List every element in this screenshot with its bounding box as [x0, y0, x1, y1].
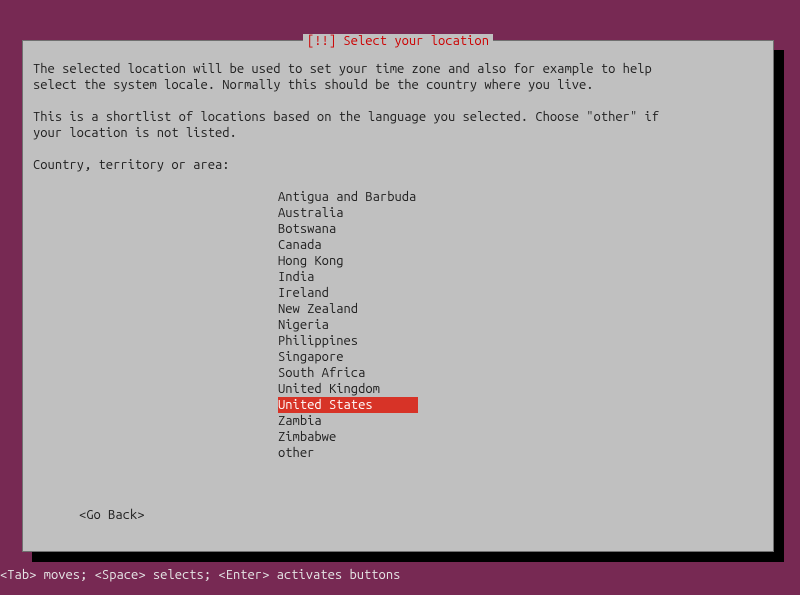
dialog-title-row: [!!] Select your location [23, 33, 773, 49]
country-option[interactable]: Nigeria [278, 317, 418, 333]
go-back-button[interactable]: <Go Back> [79, 507, 145, 523]
field-prompt: Country, territory or area: [33, 157, 763, 173]
country-option[interactable]: United States [278, 397, 418, 413]
country-option[interactable]: Philippines [278, 333, 418, 349]
country-option[interactable]: Botswana [278, 221, 418, 237]
country-option[interactable]: Zambia [278, 413, 418, 429]
country-option[interactable]: Hong Kong [278, 253, 418, 269]
country-option[interactable]: India [278, 269, 418, 285]
country-option[interactable]: Ireland [278, 285, 418, 301]
description-para-1: The selected location will be used to se… [33, 61, 763, 93]
dialog-title: [!!] Select your location [303, 34, 493, 48]
country-option[interactable]: United Kingdom [278, 381, 418, 397]
country-list[interactable]: Antigua and BarbudaAustraliaBotswanaCana… [278, 189, 763, 461]
dialog-content: The selected location will be used to se… [33, 61, 763, 461]
status-bar: <Tab> moves; <Space> selects; <Enter> ac… [0, 567, 400, 583]
country-option[interactable]: Australia [278, 205, 418, 221]
country-option[interactable]: Canada [278, 237, 418, 253]
country-option[interactable]: South Africa [278, 365, 418, 381]
country-option[interactable]: Antigua and Barbuda [278, 189, 418, 205]
country-option[interactable]: New Zealand [278, 301, 418, 317]
country-option[interactable]: Zimbabwe [278, 429, 418, 445]
country-option[interactable]: Singapore [278, 349, 418, 365]
country-option[interactable]: other [278, 445, 418, 461]
location-dialog: [!!] Select your location The selected l… [22, 40, 774, 552]
description-para-2: This is a shortlist of locations based o… [33, 109, 763, 141]
